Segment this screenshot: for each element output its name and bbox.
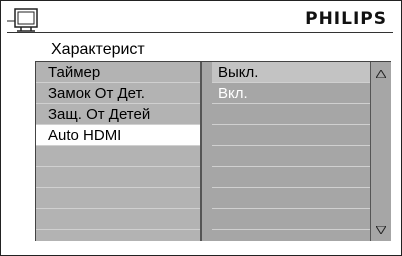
menu-item-auto-hdmi[interactable]: Auto HDMI [36, 125, 200, 146]
brand-logo: PHILIPS [305, 9, 387, 29]
menu-title: Характерист [51, 41, 145, 58]
footer-area [1, 241, 401, 255]
menu-item-empty [36, 167, 200, 188]
option-on[interactable]: Вкл. [212, 83, 370, 104]
menu-panel: Таймер Замок От Дет. Защ. От Детей Auto … [35, 61, 391, 243]
tv-icon [7, 7, 41, 42]
menu-item-empty [36, 209, 200, 230]
option-empty [212, 188, 370, 209]
menu-item-empty [36, 188, 200, 209]
menu-item-timer[interactable]: Таймер [36, 62, 200, 83]
menu-item-parental-protection[interactable]: Защ. От Детей [36, 104, 200, 125]
option-empty [212, 167, 370, 188]
menu-item-child-lock[interactable]: Замок От Дет. [36, 83, 200, 104]
tv-menu-screen: PHILIPS Характерист Таймер Замок От Дет.… [0, 0, 402, 256]
scroll-down-arrow-icon[interactable] [375, 221, 387, 239]
option-off[interactable]: Выкл. [212, 62, 370, 83]
scrollbar[interactable] [370, 62, 391, 242]
scroll-up-arrow-icon[interactable] [375, 65, 387, 83]
header-divider [7, 32, 393, 33]
menu-item-empty [36, 146, 200, 167]
option-empty [212, 125, 370, 146]
option-empty [212, 104, 370, 125]
option-empty [212, 146, 370, 167]
options-list: Выкл. Вкл. [202, 62, 370, 242]
menu-list: Таймер Замок От Дет. Защ. От Детей Auto … [36, 62, 202, 242]
header: PHILIPS [1, 1, 401, 41]
option-empty [212, 209, 370, 230]
